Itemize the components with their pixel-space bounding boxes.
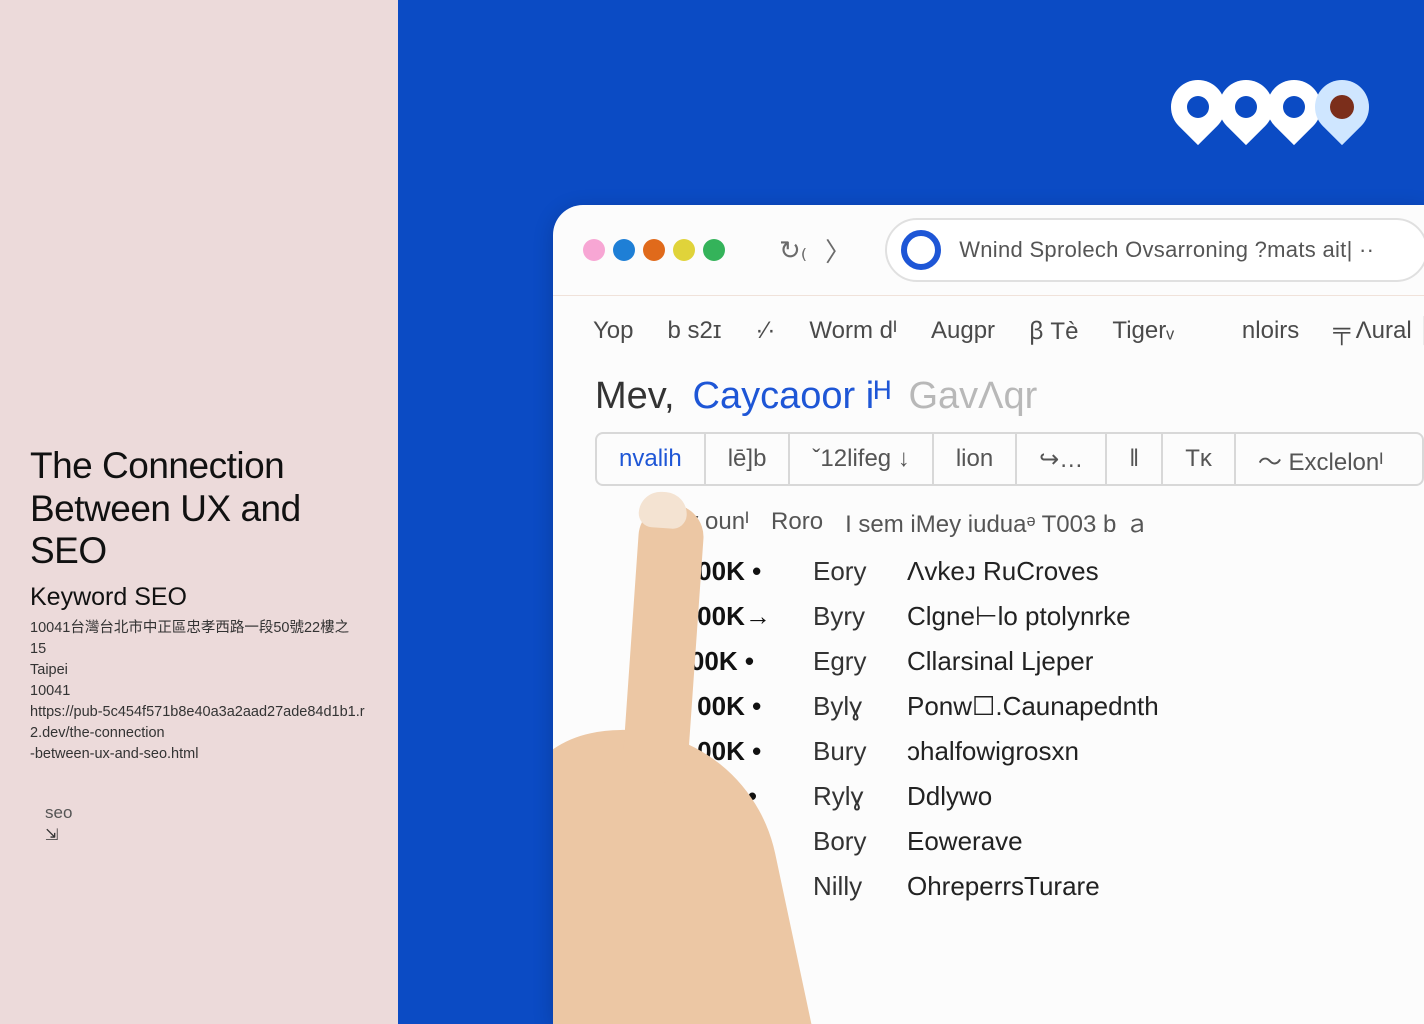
subhead-item: Roro <box>771 508 823 536</box>
browser-window: ↻₍ 〉 Wnind Sprolech Ovsarroning ?mats ai… <box>553 205 1424 1024</box>
toolbar-item[interactable]: ˇ12lifeg ↓ <box>790 434 933 484</box>
row-code: Nilly <box>813 871 883 902</box>
row-value: 32 00K • <box>661 826 789 857</box>
row-value: 32 00K • <box>661 736 789 767</box>
row-code: Bory <box>813 826 883 857</box>
subhead-item: I sem iMey iuduaᵊ T003 b ａ <box>845 504 1149 539</box>
dot-icon[interactable] <box>643 239 665 261</box>
table-row[interactable]: 17 004 • Rylɣ Ddlywo <box>661 774 1424 819</box>
row-name: Ponw☐.Caunapednth <box>907 691 1159 722</box>
dot-icon[interactable] <box>703 239 725 261</box>
tab[interactable]: Worm dᴵ <box>809 317 897 345</box>
table-row[interactable]: 66 00K • Eory Λvkeᴊ RuCroves <box>661 549 1424 594</box>
meta-line-0: 10041台灣台北市中正區忠孝西路一段50號22樓之 <box>30 618 368 639</box>
row-name: Ddlywo <box>907 781 992 812</box>
table-row[interactable]: 8I 00K • Egry Cllarsinal Ljeper <box>661 639 1424 684</box>
meta-line-1: 15 <box>30 639 368 660</box>
toolbar-item[interactable]: 〜 Exclelonᴵ <box>1236 434 1405 484</box>
dot-icon[interactable] <box>613 239 635 261</box>
row-value: 8I 00K • <box>661 646 789 677</box>
row-value: 13 00K→ <box>661 601 789 632</box>
chrome-bar: ↻₍ 〉 Wnind Sprolech Ovsarroning ?mats ai… <box>553 205 1424 295</box>
subhead-item: Hry ounᴵ <box>661 508 749 536</box>
table-row[interactable]: 32 00K • Bory Eowerave <box>661 819 1424 864</box>
row-code: Bylɣ <box>813 691 883 722</box>
row-value: S0 00K • <box>661 871 789 902</box>
logo-blob-icon <box>1304 69 1380 145</box>
logo-row <box>1177 80 1369 134</box>
tab[interactable]: ·⁄· <box>755 317 775 345</box>
dot-icon[interactable] <box>583 239 605 261</box>
row-code: Byry <box>813 601 883 632</box>
dot-icon[interactable] <box>673 239 695 261</box>
table-row[interactable]: 13 00K→ Byry Clgne⊢lo ptolynrke <box>661 594 1424 639</box>
meta-line-3: 10041 <box>30 681 368 702</box>
table-row[interactable]: 32 00K • Bury ɔhalfowigrosxn <box>661 729 1424 774</box>
data-table: 66 00K • Eory Λvkeᴊ RuCroves 13 00K→ Byry Clg… <box>553 549 1424 954</box>
row-name: ɔhalfowigrosxn <box>907 736 1079 767</box>
tab[interactable]: Yop <box>593 317 634 345</box>
row-code: Rylɣ <box>813 781 883 812</box>
row-value: 17 004 • <box>661 781 789 812</box>
toolbar-item[interactable]: lē]b <box>706 434 791 484</box>
row-name: Eowerave <box>907 826 1023 857</box>
forward-icon[interactable]: 〉 <box>825 232 851 269</box>
row-value: 8Ɛ 00K • <box>661 916 789 947</box>
toolbar: nvalih lē]b ˇ12lifeg ↓ lion ↪… ‖ Tᴋ 〜 Ex… <box>595 432 1424 486</box>
page-title: The Connection Between UX and SEO <box>30 445 368 573</box>
toolbar-item[interactable]: ↪… <box>1017 434 1107 484</box>
table-row[interactable]: 80 00K • Bylɣ Ponw☐.Caunapednth <box>661 684 1424 729</box>
row-name: Cllarsinal Ljeper <box>907 646 1093 677</box>
row-code: Bury <box>813 736 883 767</box>
address-text[interactable]: Wnind Sprolech Ovsarroning ?mats ait| ·· <box>959 237 1374 263</box>
tab[interactable]: ꞵ Tè <box>1029 314 1078 347</box>
toolbar-item[interactable]: lion <box>934 434 1017 484</box>
meta-line-2: Taipei <box>30 660 368 681</box>
heading-a: Mev, <box>595 375 675 418</box>
row-code: Eory <box>813 556 883 587</box>
row-value: 80 00K • <box>661 691 789 722</box>
row-code: Egry <box>813 646 883 677</box>
page-subtitle: Keyword SEO <box>30 583 368 612</box>
row-name: Λvkeᴊ RuCroves <box>907 556 1099 587</box>
sidebar: The Connection Between UX and SEO Keywor… <box>0 0 398 1024</box>
tag-box: seo ⇲ <box>30 803 368 845</box>
table-row[interactable]: S0 00K • Nilly OhreperrsTurare <box>661 864 1424 909</box>
tab[interactable]: nloirs <box>1242 317 1299 345</box>
reload-icon[interactable]: ↻₍ <box>779 235 807 266</box>
row-value: 66 00K • <box>661 556 789 587</box>
tab[interactable]: b s2ɪ <box>668 317 722 345</box>
tabs-row: Yop b s2ɪ ·⁄· Worm dᴵ Augpr ꞵ Tè Tigerᵥ … <box>553 295 1424 365</box>
page-heading: Mev, Caycaoor iᴴ GavΛqr <box>553 365 1424 432</box>
row-name: OhreperrsTurare <box>907 871 1100 902</box>
meta-url-1[interactable]: https://pub-5c454f571b8e40a3a2aad27ade84… <box>30 702 368 744</box>
meta-url-2[interactable]: -between-ux-and-seo.html <box>30 744 368 765</box>
heading-c: GavΛqr <box>908 375 1037 418</box>
hero: ↻₍ 〉 Wnind Sprolech Ovsarroning ?mats ai… <box>398 0 1424 1024</box>
tab[interactable]: Tigerᵥ <box>1112 317 1174 345</box>
toolbar-item[interactable]: Tᴋ <box>1163 434 1236 484</box>
tab[interactable]: Augpr <box>931 317 995 345</box>
toolbar-item[interactable]: ‖ <box>1107 434 1163 484</box>
expand-icon[interactable]: ⇲ <box>45 825 368 845</box>
tab[interactable]: ╤ Λural ║ <box>1333 317 1424 345</box>
traffic-lights[interactable] <box>583 239 725 261</box>
subhead-row: Hry ounᴵ Roro I sem iMey iuduaᵊ T003 b ａ <box>553 486 1424 549</box>
toolbar-item[interactable]: nvalih <box>597 434 706 484</box>
address-bar[interactable]: Wnind Sprolech Ovsarroning ?mats ait| ·· <box>885 218 1424 282</box>
table-row[interactable]: 8Ɛ 00K • <box>661 909 1424 954</box>
heading-b: Caycaoor iᴴ <box>693 375 891 418</box>
loading-ring-icon <box>901 230 941 270</box>
row-name: Clgne⊢lo ptolynrke <box>907 601 1131 632</box>
tag-label: seo <box>45 803 368 823</box>
